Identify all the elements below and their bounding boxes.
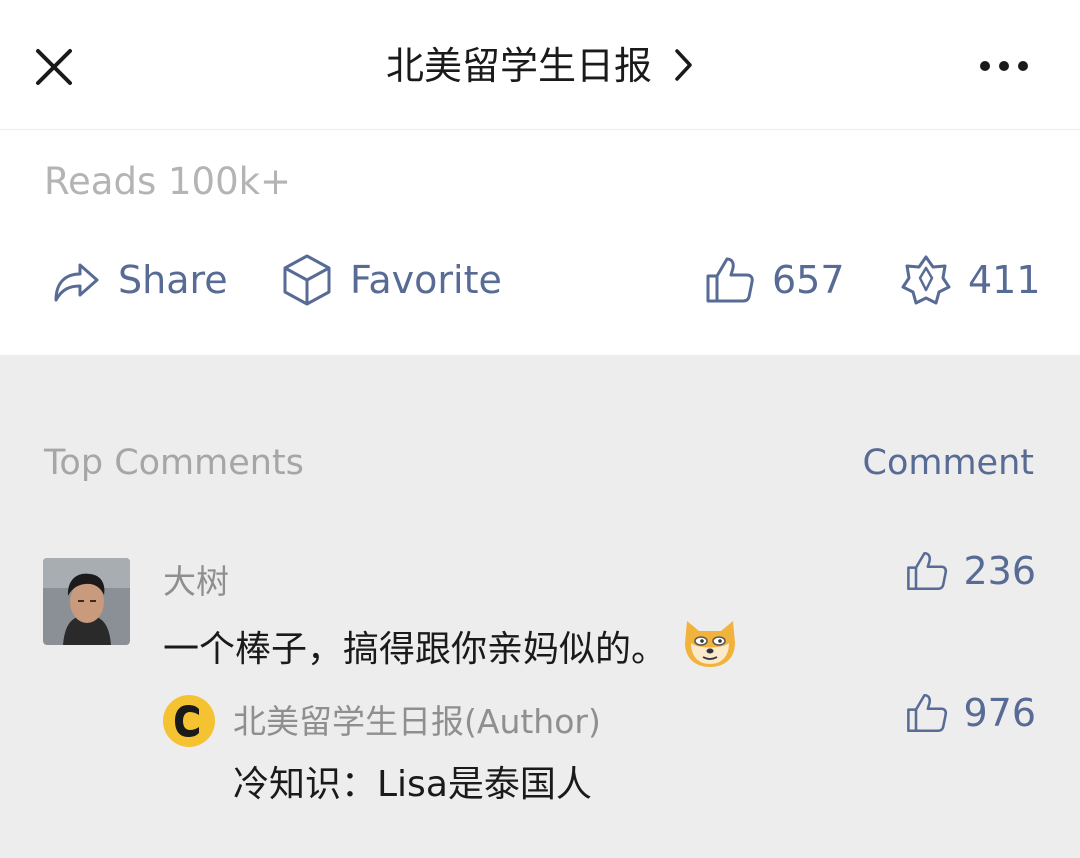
comment-text: 一个棒子，搞得跟你亲妈似的。 (163, 613, 739, 678)
author-logo-icon (163, 695, 215, 747)
comment-author: 大树 (163, 562, 229, 601)
reply-like-button[interactable]: 976 (905, 691, 1036, 735)
comment-like-count: 236 (963, 549, 1036, 593)
wow-button[interactable]: 411 (900, 240, 1041, 320)
user-avatar-photo (43, 558, 130, 645)
close-icon (36, 49, 72, 85)
comment-body: 一个棒子，搞得跟你亲妈似的。 (163, 628, 668, 670)
article-footer: Reads 100k+ Share Favorite 657 411 (0, 130, 1080, 355)
write-comment-link[interactable]: Comment (863, 443, 1034, 483)
reply-like-count: 976 (963, 691, 1036, 735)
doge-emoji-icon (681, 613, 739, 678)
cube-icon (283, 254, 331, 306)
like-count: 657 (772, 258, 845, 302)
like-button[interactable]: 657 (704, 240, 845, 320)
account-name-link[interactable]: 北美留学生日报 (386, 44, 652, 88)
wow-count: 411 (968, 258, 1041, 302)
top-bar: 北美留学生日报 (0, 0, 1080, 130)
comment-like-button[interactable]: 236 (905, 549, 1036, 593)
chevron-right-icon[interactable] (674, 41, 694, 97)
thumbs-up-icon (907, 551, 948, 591)
thumbs-up-icon (907, 693, 948, 733)
reply-text: 冷知识：Lisa是泰国人 (233, 764, 592, 805)
thumbs-up-icon (706, 257, 754, 303)
share-button[interactable]: Share (50, 240, 228, 320)
avatar[interactable] (43, 558, 130, 645)
wow-star-icon (901, 255, 951, 305)
author-badge-avatar[interactable] (163, 695, 215, 747)
more-dots-icon (980, 61, 1028, 71)
read-count: Reads 100k+ (44, 160, 292, 203)
account-title-row: 北美留学生日报 (0, 38, 1080, 97)
close-button[interactable] (30, 43, 78, 91)
more-button[interactable] (972, 50, 1036, 82)
favorite-button[interactable]: Favorite (280, 240, 502, 320)
favorite-label: Favorite (350, 258, 502, 302)
comments-section: Top Comments Comment 大树 一个棒子，搞得跟你亲妈似的。 2… (0, 355, 1080, 858)
share-label: Share (118, 258, 228, 302)
reply-author: 北美留学生日报(Author) (233, 702, 601, 741)
top-comments-title: Top Comments (44, 443, 304, 483)
share-arrow-icon (54, 263, 99, 302)
